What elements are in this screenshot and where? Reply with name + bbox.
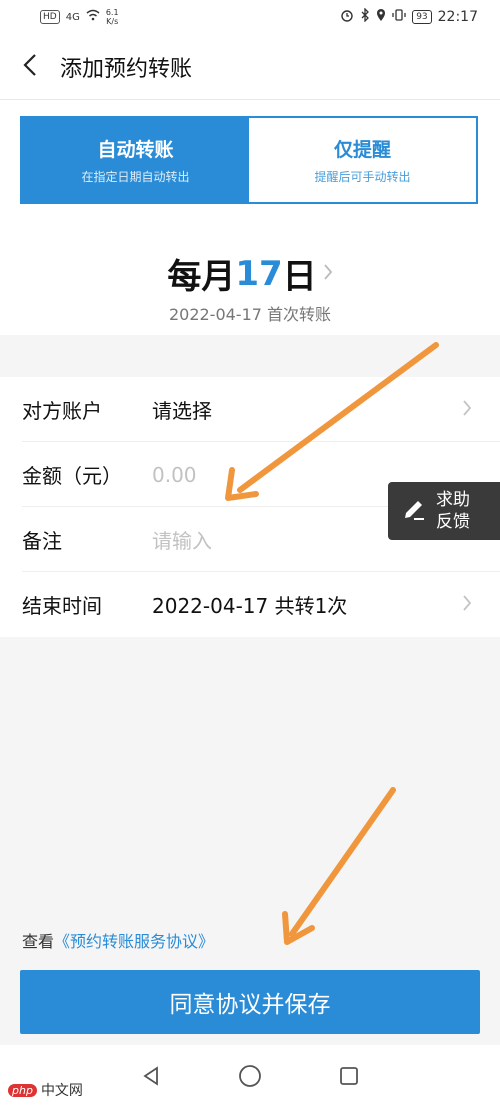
help-label: 求助 反馈 [436,489,470,533]
hd-badge: HD [40,10,60,24]
status-right: 93 22:17 [340,7,478,26]
page-title: 添加预约转账 [60,56,193,82]
end-time-value: 2022-04-17 共转1次 [152,594,348,618]
schedule-prefix: 每月 [167,257,236,297]
schedule-suffix: 日 [282,257,317,297]
amount-label: 金额（元） [22,464,122,488]
watermark-badge: php [8,1083,37,1097]
schedule-date-selector[interactable]: 每月 17 日 [0,249,500,298]
chevron-right-icon [462,594,478,616]
back-button[interactable] [0,34,60,100]
annotation-arrow-agreement [282,787,396,945]
bluetooth-icon [360,7,370,26]
speed-value: 6.1 [105,8,119,17]
schedule-day: 17 [235,253,283,294]
help-feedback-button[interactable]: 求助 反馈 [388,482,500,540]
status-time: 22:17 [437,9,478,25]
battery-indicator: 93 [412,10,432,24]
agree-and-save-button[interactable]: 同意协议并保存 [20,970,480,1034]
location-icon [376,8,386,26]
account-label: 对方账户 [22,399,102,423]
system-nav-bar [0,1045,500,1111]
tab-auto-transfer-title: 自动转账 [97,139,174,161]
agreement-text: 查看《预约转账服务协议》 [22,928,214,952]
mode-selector: 自动转账 在指定日期自动转出 仅提醒 提醒后可手动转出 [0,100,500,205]
first-transfer-date: 2022-04-17 首次转账 [168,305,332,324]
schedule-section: 每月 17 日 2022-04-17 首次转账 [0,205,500,335]
nav-home-icon[interactable] [238,1064,262,1092]
chevron-right-icon [323,263,333,285]
end-time-row[interactable]: 结束时间 2022-04-17 共转1次 [0,572,500,637]
signal-icon: 4G [65,11,80,23]
vibrate-icon [392,8,406,26]
header-bar: 添加预约转账 [0,34,500,100]
account-row[interactable]: 对方账户 请选择 [0,377,500,442]
help-line-1: 求助 [436,490,470,510]
chevron-right-icon [462,399,478,421]
nav-back-icon[interactable] [140,1065,162,1091]
edit-icon [402,497,426,525]
tab-auto-transfer[interactable]: 自动转账 在指定日期自动转出 [22,118,249,202]
nav-recent-icon[interactable] [338,1065,360,1091]
tab-remind-only-subtitle: 提醒后可手动转出 [314,170,411,184]
status-bar: HD 4G 6.1 K/s 93 22:17 [0,0,500,34]
watermark: php 中文网 [8,1080,83,1100]
tab-remind-only[interactable]: 仅提醒 提醒后可手动转出 [249,118,476,202]
help-line-2: 反馈 [436,512,470,532]
agreement-prefix: 查看 [22,932,55,951]
watermark-text: 中文网 [40,1083,83,1099]
mode-tabs: 自动转账 在指定日期自动转出 仅提醒 提醒后可手动转出 [20,116,478,204]
chevron-left-icon [23,53,37,81]
status-left: HD 4G 6.1 K/s [40,8,119,26]
alarm-icon [340,8,354,26]
note-label: 备注 [22,529,62,553]
speed-unit: K/s [106,17,119,26]
wifi-icon [86,9,100,25]
account-value: 请选择 [152,399,212,423]
network-speed: 6.1 K/s [106,8,119,26]
agreement-link[interactable]: 《预约转账服务协议》 [54,932,214,951]
tab-auto-transfer-subtitle: 在指定日期自动转出 [81,170,190,184]
end-time-label: 结束时间 [22,594,102,618]
tab-remind-only-title: 仅提醒 [333,139,391,161]
